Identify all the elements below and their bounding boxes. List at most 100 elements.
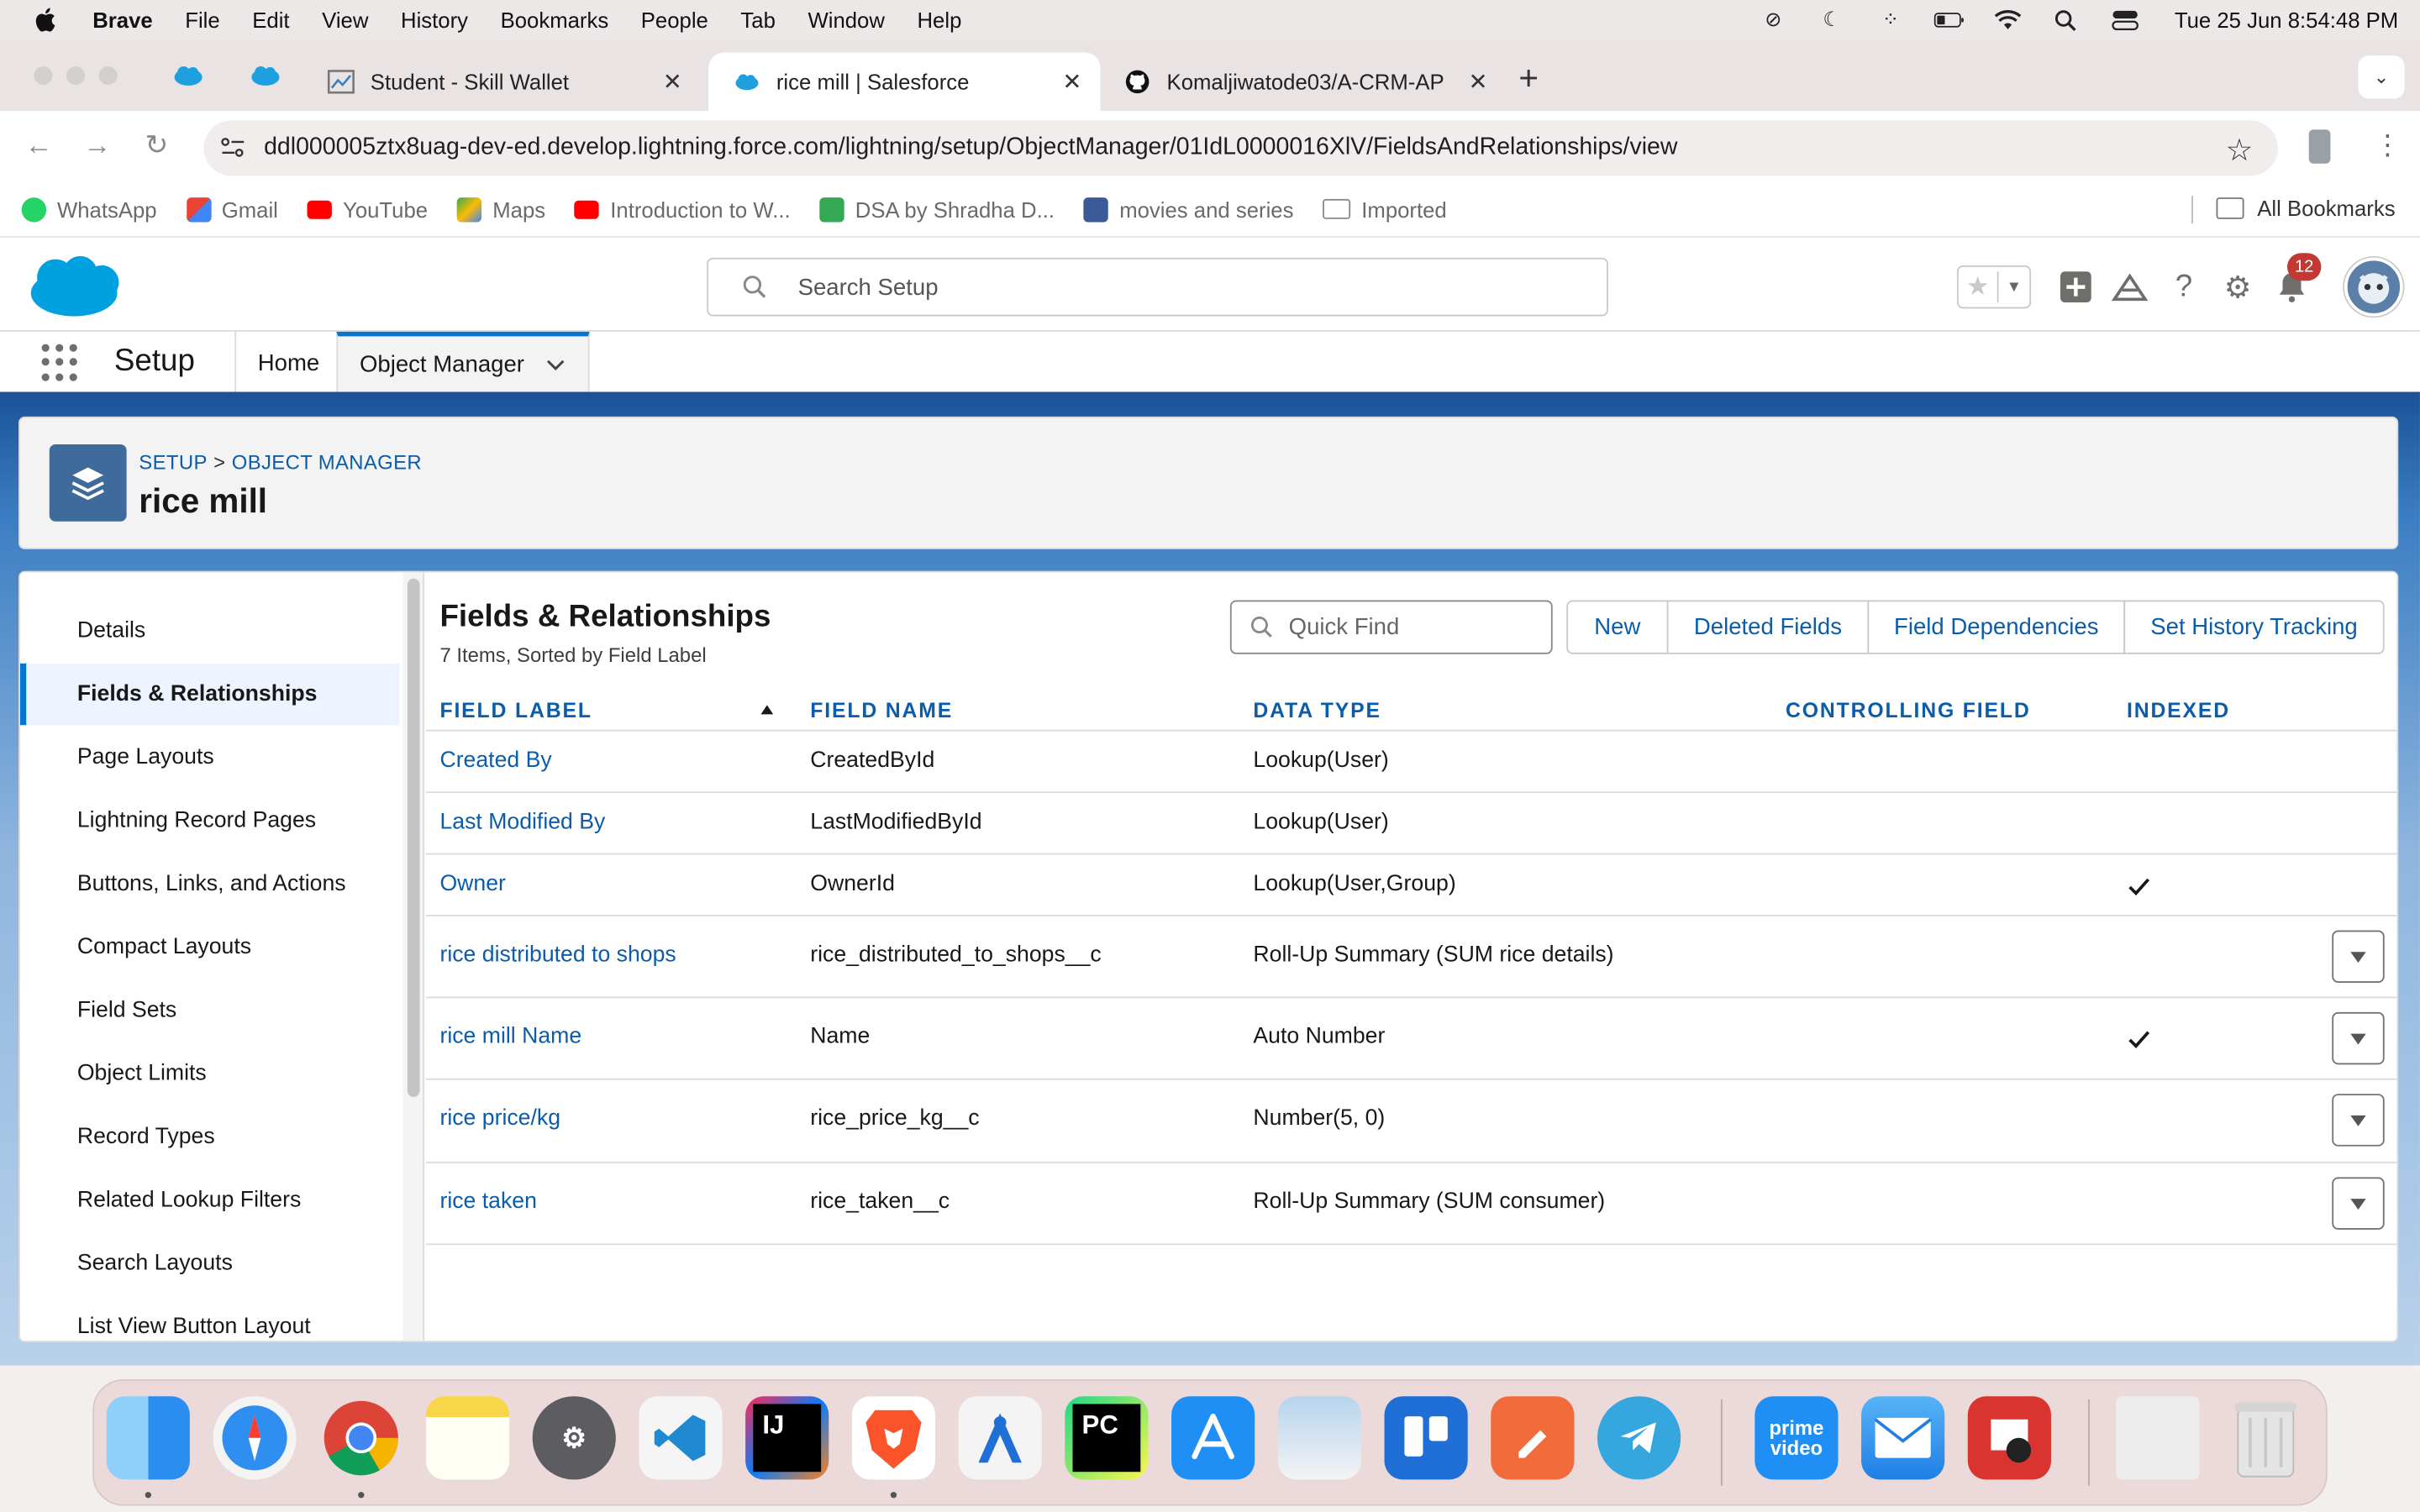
bookmark-maps[interactable]: Maps — [456, 197, 545, 222]
back-arrow-icon[interactable]: ← — [24, 129, 52, 162]
reload-icon[interactable]: ↻ — [145, 129, 169, 162]
notifications-bell-icon[interactable]: 12 — [2273, 253, 2322, 306]
sidebar-item-record-types[interactable]: Record Types — [20, 1106, 400, 1168]
extension-icon[interactable] — [2308, 129, 2331, 164]
sidebar-scrollbar-thumb[interactable] — [407, 578, 420, 1097]
close-tab-icon[interactable]: ✕ — [1062, 68, 1081, 96]
bookmark-movies[interactable]: movies and series — [1083, 197, 1293, 222]
sidebar-item-search-layouts[interactable]: Search Layouts — [20, 1233, 400, 1294]
no-pen-icon[interactable]: ⊘ — [1758, 8, 1789, 32]
bookmark-whatsapp[interactable]: WhatsApp — [21, 197, 157, 222]
spotlight-icon[interactable] — [2051, 8, 2082, 32]
field-label-link[interactable]: rice taken — [439, 1189, 536, 1214]
address-bar[interactable]: ddl000005ztx8uag-dev-ed.develop.lightnin… — [203, 120, 2278, 176]
global-actions-plus-icon[interactable] — [2057, 269, 2094, 306]
activity-icon[interactable]: ⁘ — [1876, 8, 1907, 32]
nav-tab-object-manager[interactable]: Object Manager — [336, 331, 590, 394]
deleted-fields-button[interactable]: Deleted Fields — [1666, 600, 1870, 654]
field-label-link[interactable]: rice mill Name — [439, 1025, 581, 1049]
preview-icon[interactable] — [1277, 1396, 1361, 1480]
setup-search-input[interactable]: Search Setup — [707, 257, 1608, 317]
column-header-controlling-field[interactable]: CONTROLLING FIELD — [1786, 699, 2031, 722]
column-header-data-type[interactable]: DATA TYPE — [1253, 699, 1381, 722]
mail-icon[interactable] — [1861, 1396, 1945, 1480]
sidebar-item-fields-relationships[interactable]: Fields & Relationships — [19, 663, 400, 726]
sidebar-item-object-limits[interactable]: Object Limits — [20, 1043, 400, 1105]
row-actions-dropdown-button[interactable] — [2332, 1177, 2385, 1230]
column-header-field-label[interactable]: FIELD LABEL — [439, 699, 592, 722]
battery-icon[interactable] — [1933, 8, 1965, 32]
nav-tab-home[interactable]: Home — [234, 331, 341, 394]
set-history-tracking-button[interactable]: Set History Tracking — [2123, 600, 2385, 654]
row-actions-dropdown-button[interactable] — [2332, 930, 2385, 983]
column-header-indexed[interactable]: INDEXED — [2127, 699, 2230, 722]
finder-icon[interactable] — [106, 1396, 190, 1480]
chevron-down-icon[interactable] — [546, 354, 565, 376]
menu-bookmarks[interactable]: Bookmarks — [501, 8, 609, 32]
salesforce-logo[interactable] — [24, 253, 124, 321]
app-store-icon[interactable] — [1171, 1396, 1255, 1480]
bookmark-youtube[interactable]: YouTube — [307, 197, 428, 222]
trailhead-icon[interactable] — [2111, 269, 2149, 306]
chrome-icon[interactable] — [319, 1396, 402, 1479]
new-field-button[interactable]: New — [1566, 600, 1669, 654]
postman-icon[interactable] — [1491, 1396, 1575, 1480]
field-label-link[interactable]: Created By — [439, 748, 551, 773]
system-settings-icon[interactable]: ⚙ — [532, 1396, 616, 1480]
close-window-button[interactable] — [34, 66, 53, 86]
menu-history[interactable]: History — [401, 8, 468, 32]
row-actions-dropdown-button[interactable] — [2332, 1011, 2385, 1065]
breadcrumb-object-manager-link[interactable]: OBJECT MANAGER — [232, 450, 422, 474]
sidebar-item-details[interactable]: Details — [20, 600, 400, 661]
safari-icon[interactable] — [213, 1396, 297, 1480]
tab-github-repo[interactable]: Komaljiwatode03/A-CRM-API ✕ — [1099, 52, 1507, 111]
brave-icon[interactable] — [851, 1396, 936, 1480]
pinned-tab-salesforce-icon[interactable] — [171, 61, 205, 89]
new-tab-button[interactable]: + — [1518, 59, 1539, 99]
favorites-dropdown-icon[interactable]: ▼ — [1999, 279, 2030, 296]
bookmark-gmail[interactable]: Gmail — [186, 197, 278, 222]
prime-video-icon[interactable]: prime video — [1754, 1396, 1839, 1480]
instruments-icon[interactable] — [958, 1396, 1042, 1480]
field-dependencies-button[interactable]: Field Dependencies — [1867, 600, 2126, 654]
close-tab-icon[interactable]: ✕ — [1468, 68, 1487, 96]
field-label-link[interactable]: rice distributed to shops — [439, 942, 676, 967]
pinned-tab-salesforce-icon[interactable] — [249, 61, 282, 89]
forward-arrow-icon[interactable]: → — [83, 129, 111, 162]
trello-icon[interactable] — [1384, 1396, 1468, 1480]
vscode-icon[interactable] — [639, 1396, 723, 1480]
menu-edit[interactable]: Edit — [252, 8, 289, 32]
downloads-stack-icon[interactable] — [2116, 1396, 2200, 1480]
bookmark-star-icon[interactable]: ☆ — [2226, 131, 2254, 170]
menu-view[interactable]: View — [322, 8, 368, 32]
row-actions-dropdown-button[interactable] — [2332, 1094, 2385, 1147]
zoom-window-button[interactable] — [98, 66, 118, 86]
site-settings-icon[interactable] — [221, 137, 245, 159]
field-label-link[interactable]: rice price/kg — [439, 1106, 560, 1131]
app-launcher-icon[interactable] — [41, 344, 79, 381]
apple-icon[interactable] — [34, 8, 55, 32]
control-center-icon[interactable] — [2110, 8, 2141, 32]
tab-skill-wallet[interactable]: Student - Skill Wallet ✕ — [302, 52, 701, 111]
favorites-star-icon[interactable]: ★ — [1959, 271, 1999, 302]
menu-file[interactable]: File — [185, 8, 219, 32]
notes-icon[interactable] — [425, 1396, 510, 1480]
pycharm-icon[interactable]: PC — [1065, 1396, 1149, 1480]
tab-rice-mill-salesforce[interactable]: rice mill | Salesforce ✕ — [708, 52, 1101, 112]
tab-search-chevron-icon[interactable]: ⌄ — [2358, 55, 2405, 99]
menu-people[interactable]: People — [641, 8, 708, 32]
all-bookmarks-button[interactable]: All Bookmarks — [2215, 196, 2396, 221]
trash-icon[interactable] — [2224, 1396, 2307, 1479]
column-header-field-name[interactable]: FIELD NAME — [810, 699, 953, 722]
field-label-link[interactable]: Last Modified By — [439, 810, 605, 834]
sidebar-item-page-layouts[interactable]: Page Layouts — [20, 727, 400, 788]
sidebar-item-field-sets[interactable]: Field Sets — [20, 979, 400, 1041]
sidebar-item-lightning-record-pages[interactable]: Lightning Record Pages — [20, 790, 400, 851]
setup-gear-icon[interactable]: ⚙ — [2219, 269, 2256, 306]
minimize-window-button[interactable] — [66, 66, 86, 86]
help-icon[interactable]: ? — [2165, 269, 2202, 306]
sidebar-item-related-lookup-filters[interactable]: Related Lookup Filters — [20, 1169, 400, 1231]
sidebar-item-list-view-button-layout[interactable]: List View Button Layout — [20, 1296, 400, 1341]
menu-app-name[interactable]: Brave — [92, 8, 152, 32]
bookmark-dsa[interactable]: DSA by Shradha D... — [819, 197, 1055, 222]
